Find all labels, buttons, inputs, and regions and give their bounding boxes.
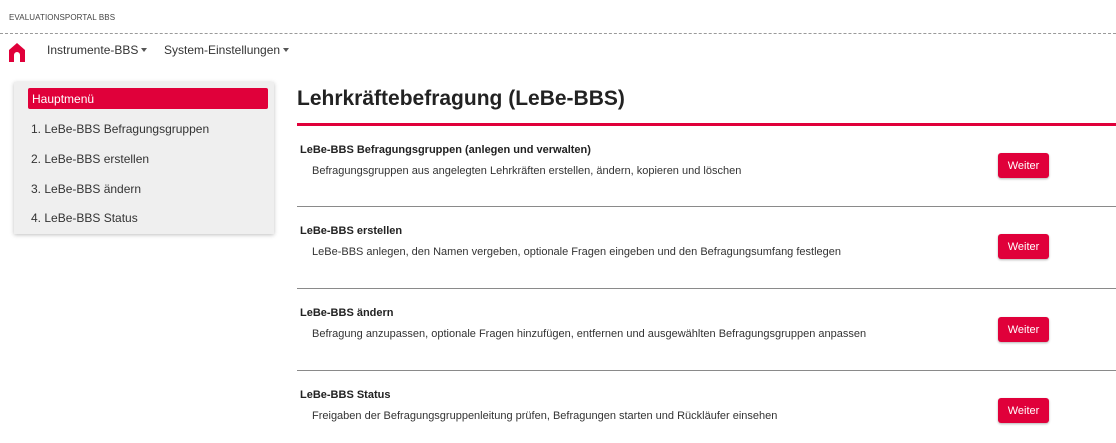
sidebar-item-aendern[interactable]: 3. LeBe-BBS ändern [31,182,141,196]
section-status: LeBe-BBS Status Freigaben der Befragungs… [297,371,1116,443]
sidebar: Hauptmenü 1. LeBe-BBS Befragungsgruppen … [14,82,274,234]
section-description: Befragung anzupassen, optionale Fragen h… [312,328,867,340]
weiter-button[interactable]: Weiter [998,317,1049,342]
sidebar-item-erstellen[interactable]: 2. LeBe-BBS erstellen [31,152,149,166]
portal-title: EVALUATIONSPORTAL BBS [9,13,116,22]
weiter-button[interactable]: Weiter [998,398,1049,423]
weiter-button[interactable]: Weiter [998,234,1049,259]
section-erstellen: LeBe-BBS erstellen LeBe-BBS anlegen, den… [297,207,1116,287]
section-befragungsgruppen: LeBe-BBS Befragungsgruppen (anlegen und … [297,126,1116,206]
caret-down-icon [141,48,148,52]
section-title: LeBe-BBS erstellen [300,225,403,237]
sidebar-item-befragungsgruppen[interactable]: 1. LeBe-BBS Befragungsgruppen [31,122,209,136]
weiter-button[interactable]: Weiter [998,153,1049,178]
home-icon[interactable] [8,42,26,62]
top-bar: EVALUATIONSPORTAL BBS [0,0,1116,34]
page-title: Lehrkräftebefragung (LeBe-BBS) [297,87,625,110]
navbar: Instrumente-BBS System-Einstellungen [0,35,1116,65]
section-description: Befragungsgruppen aus angelegten Lehrkrä… [312,165,742,177]
section-aendern: LeBe-BBS ändern Befragung anzupassen, op… [297,289,1116,369]
sidebar-item-status[interactable]: 4. LeBe-BBS Status [31,211,138,225]
caret-down-icon [283,48,290,52]
section-description: Freigaben der Befragungsgruppenleitung p… [312,410,778,422]
section-title: LeBe-BBS Status [300,389,391,401]
nav-menu-system-einstellungen[interactable]: System-Einstellungen [164,43,290,57]
nav-menu-instrumente[interactable]: Instrumente-BBS [47,43,148,57]
sidebar-heading-hauptmenu[interactable]: Hauptmenü [28,88,268,109]
section-title: LeBe-BBS Befragungsgruppen (anlegen und … [300,144,591,156]
nav-menu-label: Instrumente-BBS [47,43,139,57]
section-description: LeBe-BBS anlegen, den Namen vergeben, op… [312,246,841,258]
section-title: LeBe-BBS ändern [300,307,394,319]
nav-menu-label: System-Einstellungen [164,43,281,57]
